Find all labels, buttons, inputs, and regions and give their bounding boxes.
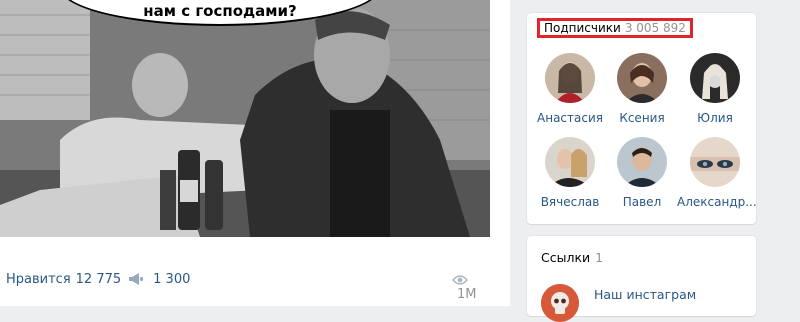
- subscriber-name: Павел: [622, 195, 662, 209]
- like-count: 12 775: [75, 272, 122, 287]
- subscriber-name: Александр...: [677, 195, 757, 209]
- links-title: Ссылки: [541, 250, 591, 265]
- links-header[interactable]: Ссылки 1: [541, 250, 603, 265]
- avatar: [690, 137, 740, 187]
- avatar: [690, 53, 740, 103]
- like-label: Нравится: [6, 272, 71, 287]
- subscriber-item[interactable]: Александр...: [677, 137, 757, 209]
- avatar: [617, 53, 667, 103]
- links-card: Ссылки 1 Наш инстаграм: [527, 236, 756, 322]
- eye-icon: [451, 272, 469, 287]
- subscriber-item[interactable]: Ксения: [604, 53, 680, 125]
- subscriber-item[interactable]: Анастасия: [532, 53, 608, 125]
- avatar: [545, 137, 595, 187]
- like-button[interactable]: Нравится 12 775: [6, 272, 121, 287]
- subscribers-header[interactable]: Подписчики 3 005 892: [537, 18, 693, 38]
- post-actions: Нравится 12 775 1 300 1M: [0, 262, 490, 302]
- subscriber-name: Юлия: [697, 111, 733, 125]
- subscriber-item[interactable]: Юлия: [677, 53, 753, 125]
- subscribers-count: 3 005 892: [624, 21, 686, 35]
- subscriber-item[interactable]: Вячеслав: [532, 137, 608, 209]
- wall-post: нам с господами? Нравится 12 775 1 300 1M: [0, 0, 510, 306]
- subscriber-item[interactable]: Павел: [604, 137, 680, 209]
- bubble-text: нам с господами?: [143, 2, 297, 20]
- share-button[interactable]: 1 300: [128, 272, 190, 287]
- link-title: Наш инстаграм: [594, 287, 697, 302]
- subscribers-card: Подписчики 3 005 892 Анастасия Ксения Юли…: [527, 13, 757, 224]
- views-counter: 1M: [451, 272, 490, 302]
- subscribers-title: Подписчики: [544, 21, 621, 35]
- megaphone-icon: [128, 272, 148, 287]
- subscriber-name: Вячеслав: [540, 195, 600, 209]
- skull-icon: [541, 284, 579, 322]
- subscriber-name: Ксения: [619, 111, 665, 125]
- links-count: 1: [595, 250, 604, 265]
- photo-scene: [0, 0, 490, 237]
- views-count: 1M: [457, 287, 477, 302]
- share-count: 1 300: [153, 272, 191, 287]
- subscriber-name: Анастасия: [537, 111, 603, 125]
- avatar: [617, 137, 667, 187]
- avatar: [545, 53, 595, 103]
- post-photo[interactable]: нам с господами?: [0, 0, 490, 237]
- link-item[interactable]: Наш инстаграм: [541, 284, 751, 322]
